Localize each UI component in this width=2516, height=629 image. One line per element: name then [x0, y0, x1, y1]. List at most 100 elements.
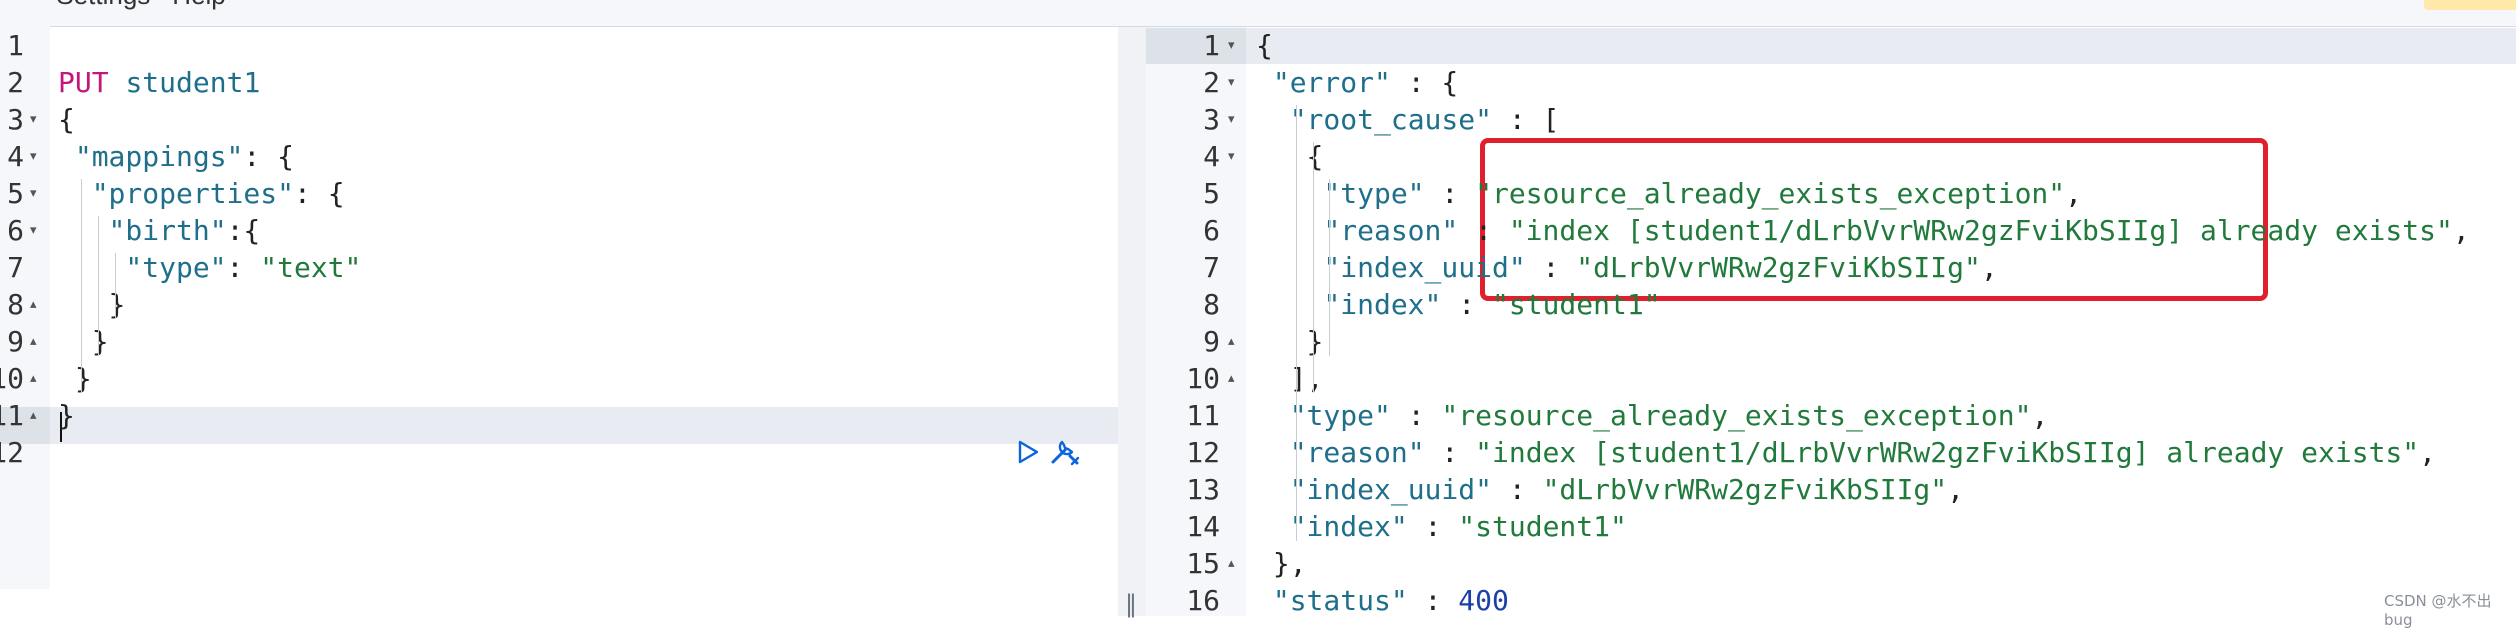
code-token: : [1441, 288, 1492, 321]
code-token: } [91, 325, 109, 358]
fold-close-icon[interactable]: ▴ [30, 334, 37, 349]
code-token: "index" [1323, 288, 1442, 321]
active-line-highlight [0, 407, 1118, 444]
code-token: : [1407, 510, 1459, 543]
line-number: 4 [7, 140, 24, 173]
code-line[interactable]: "type" : "resource_already_exists_except… [1290, 397, 2049, 434]
code-token: student1 [125, 66, 261, 99]
code-token: { [1256, 29, 1273, 62]
code-token: "text" [260, 251, 362, 284]
indent-guide [97, 216, 99, 356]
code-token: :{ [226, 214, 261, 247]
code-token: : [1390, 399, 1442, 432]
code-token: : [1458, 214, 1509, 247]
line-number: 1 [1203, 29, 1220, 62]
fold-open-icon[interactable]: ▾ [30, 186, 37, 201]
line-number: 3 [1203, 103, 1220, 136]
line-number: 4 [1203, 140, 1220, 173]
line-number: 5 [7, 177, 24, 210]
line-number: 2 [1203, 66, 1220, 99]
fold-open-icon[interactable]: ▾ [30, 149, 37, 164]
code-line[interactable]: } [92, 323, 109, 360]
code-token: "reason" [1323, 214, 1459, 247]
menu-bar: story Settings Help [0, 0, 2516, 27]
code-line[interactable]: "reason" : "index [student1/dLrbVvrWRw2g… [1290, 434, 2436, 471]
fold-open-icon[interactable]: ▾ [1228, 38, 1235, 53]
code-line[interactable]: "reason" : "index [student1/dLrbVvrWRw2g… [1323, 212, 2469, 249]
code-line[interactable]: { [1256, 27, 1273, 64]
line-number: 16 [1186, 584, 1220, 617]
code-line[interactable]: } [58, 397, 75, 434]
code-token: "index_uuid" [1289, 473, 1492, 506]
code-line[interactable]: "birth":{ [109, 212, 261, 249]
fold-close-icon[interactable]: ▴ [1228, 371, 1235, 386]
fold-open-icon[interactable]: ▾ [1228, 149, 1235, 164]
code-line[interactable]: "index" : "student1" [1290, 508, 1627, 545]
fold-close-icon[interactable]: ▴ [30, 408, 37, 423]
fold-open-icon[interactable]: ▾ [1228, 75, 1235, 90]
code-line[interactable]: }, [1273, 545, 1307, 582]
code-token: PUT [58, 66, 109, 99]
code-token: "index_uuid" [1323, 251, 1526, 284]
code-token: , [1947, 473, 1964, 506]
line-number: 3 [7, 103, 24, 136]
fold-close-icon[interactable]: ▴ [30, 297, 37, 312]
top-right-button[interactable] [2424, 0, 2516, 10]
fold-close-icon[interactable]: ▴ [1228, 556, 1235, 571]
code-line[interactable]: "status" : 400 [1273, 582, 1509, 619]
code-line[interactable]: { [58, 101, 75, 138]
code-token: "type" [1289, 399, 1391, 432]
code-line[interactable]: "type" : "resource_already_exists_except… [1323, 175, 2082, 212]
code-line[interactable]: { [1307, 138, 1324, 175]
code-line[interactable]: "mappings": { [75, 138, 294, 175]
pane-splitter[interactable] [1118, 27, 1146, 616]
code-line[interactable]: } [1307, 323, 1324, 360]
fold-open-icon[interactable]: ▾ [1228, 112, 1235, 127]
menu-item-help[interactable]: Help [172, 0, 225, 8]
code-line[interactable]: } [109, 286, 126, 323]
code-token: "mappings" [74, 140, 244, 173]
fold-close-icon[interactable]: ▴ [1228, 334, 1235, 349]
indent-guide [80, 179, 82, 393]
fold-open-icon[interactable]: ▾ [30, 223, 37, 238]
wrench-icon[interactable] [1048, 436, 1082, 468]
watermark: CSDN @水不出bug [2384, 592, 2492, 629]
line-number: 2 [7, 66, 24, 99]
code-token: "reason" [1289, 436, 1425, 469]
code-token: "index" [1289, 510, 1408, 543]
code-line[interactable]: "index" : "student1" [1323, 286, 1660, 323]
code-token: "index [student1/dLrbVvrWRw2gzFviKbSIIg]… [1508, 214, 2453, 247]
code-token: : [ [1491, 103, 1560, 136]
code-token: , [2419, 436, 2436, 469]
line-number: 9 [1203, 325, 1220, 358]
line-number: 14 [1186, 510, 1220, 543]
code-token: : [1407, 584, 1459, 617]
code-line[interactable]: } [75, 360, 92, 397]
code-token: { [58, 103, 75, 136]
code-token: "student1" [1458, 510, 1627, 543]
code-line[interactable]: "type": "text" [125, 249, 361, 286]
line-number: 11 [1186, 399, 1220, 432]
play-triangle-icon[interactable] [1014, 438, 1042, 466]
code-token: }, [1272, 547, 1307, 580]
line-number: 15 [1186, 547, 1220, 580]
code-token: "root_cause" [1289, 103, 1492, 136]
code-token: : [226, 251, 261, 284]
fold-open-icon[interactable]: ▾ [30, 112, 37, 127]
code-token: { [1306, 140, 1324, 173]
code-line[interactable]: "index_uuid" : "dLrbVvrWRw2gzFviKbSIIg", [1290, 471, 1964, 508]
code-line[interactable]: "properties": { [92, 175, 345, 212]
code-token: : { [1390, 66, 1459, 99]
code-line[interactable]: "error" : { [1273, 64, 1458, 101]
code-line[interactable]: PUT student1 [58, 64, 260, 101]
resize-handle-icon[interactable]: ‖ [1125, 590, 1137, 618]
code-token: : [1424, 436, 1476, 469]
code-line[interactable]: "root_cause" : [ [1290, 101, 1560, 138]
fold-close-icon[interactable]: ▴ [30, 371, 37, 386]
line-number: 10 [0, 362, 24, 395]
code-line[interactable]: "index_uuid" : "dLrbVvrWRw2gzFviKbSIIg", [1323, 249, 1997, 286]
menu-item-settings[interactable]: Settings [56, 0, 150, 8]
code-token: , [2452, 214, 2470, 247]
request-editor[interactable] [0, 27, 1118, 616]
code-token: } [74, 362, 92, 395]
